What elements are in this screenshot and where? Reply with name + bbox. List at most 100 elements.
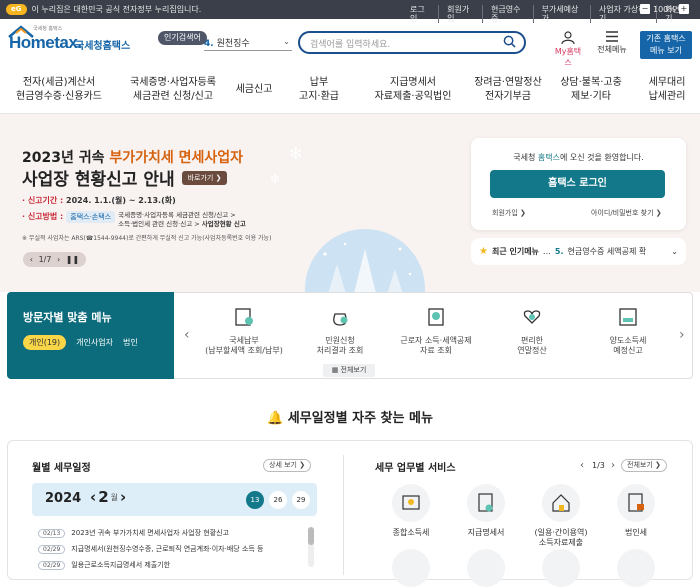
method-text: 국세증명·사업자등록 세금관련 신청/신고 > 소득·법인세 관련 신청·신고 >… bbox=[118, 211, 246, 229]
tab-individual[interactable]: 개인(19) bbox=[23, 335, 67, 350]
chevron-right-icon[interactable]: › bbox=[679, 327, 685, 343]
month-value: ‹ 2 월 › bbox=[90, 488, 126, 506]
schedule-item[interactable]: 02/13 2023년 귀속 부가가치세 면세사업자 사업장 현황신고 bbox=[38, 528, 229, 538]
service-more-button[interactable]: 전체보기 ❯ bbox=[621, 459, 667, 472]
recent-dots: … bbox=[542, 247, 551, 256]
login-panel: 국세청 홈택스에 오신 것을 환영합니다. 홈택스 로그인 회원가입 ❯ 아이디… bbox=[471, 138, 686, 230]
recent-popular-menu[interactable]: ★ 최근 인기메뉴 … 5. 현금영수증 세액공제 확 ⌄ bbox=[471, 238, 686, 265]
recent-label: 최근 인기메뉴 bbox=[491, 247, 539, 256]
gnb-label-2: 자료제출·공익법인 bbox=[374, 91, 452, 102]
logo-small-text: 국세청 홈택스 bbox=[33, 26, 63, 32]
schedule-date: 02/13 bbox=[38, 528, 66, 538]
banner-title-main: 사업장 현황신고 안내 bbox=[22, 170, 175, 190]
login-button[interactable]: 홈택스 로그인 bbox=[490, 170, 665, 198]
classic-menu-button[interactable]: 기존 홈택스 메뉴 보기 bbox=[640, 31, 692, 59]
star-icon: ★ bbox=[479, 246, 488, 257]
gnb-item-tax-return[interactable]: 세금신고 bbox=[228, 67, 280, 113]
service-income-data[interactable]: (일용·간이용역) 소득자료제출 bbox=[531, 484, 591, 548]
chevron-left-icon[interactable]: ‹ bbox=[580, 460, 584, 471]
all-menu-button[interactable]: 전체메뉴 bbox=[594, 31, 630, 55]
visitor-menu-title: 방문자별 맞춤 메뉴 bbox=[23, 311, 112, 324]
chevron-right-icon[interactable]: › bbox=[611, 460, 615, 471]
view-all-label: 전체보기 bbox=[340, 366, 367, 374]
signup-link[interactable]: 회원가입 ❯ bbox=[492, 208, 526, 218]
gov-badge: eG bbox=[6, 4, 27, 15]
zoom-in-button[interactable]: + bbox=[678, 4, 689, 14]
visitor-menu-header: 방문자별 맞춤 메뉴 개인(19) 개인사업자 법인 bbox=[7, 292, 174, 379]
schedule-item[interactable]: 02/29 지급명세서(원천징수영수증, 근로퇴직 연금계좌·이자·배당 소득 등 bbox=[38, 544, 263, 554]
welcome-prefix: 국세청 bbox=[513, 153, 538, 162]
statement-icon bbox=[467, 484, 505, 522]
schedule-more-button[interactable]: 상세 보기 ❯ bbox=[263, 459, 312, 472]
search-input[interactable]: 검색어를 입력하세요. bbox=[298, 31, 526, 54]
menu-capital-gains[interactable]: 양도소득세 예정신고 bbox=[578, 307, 678, 356]
service-title: 세무 업무별 서비스 bbox=[375, 463, 456, 474]
schedule-text: 일용근로소득지급명세서 제출기한 bbox=[71, 561, 171, 569]
day-29[interactable]: 29 bbox=[292, 491, 310, 509]
schedule-scrollbar[interactable] bbox=[308, 527, 314, 567]
corporate-doc-icon bbox=[617, 484, 655, 522]
signup-label: 회원가입 bbox=[492, 209, 518, 217]
banner-go-button[interactable]: 바로가기 ❯ bbox=[181, 170, 228, 185]
gnb-item-incentive[interactable]: 장려금·연말정산 전자기부금 bbox=[468, 67, 548, 113]
popular-rank: 4. bbox=[204, 39, 214, 49]
zoom-out-button[interactable]: − bbox=[640, 4, 650, 14]
find-account-label: 아이디/비밀번호 찾기 bbox=[591, 209, 654, 217]
schedule-item[interactable]: 02/29 일용근로소득지급명세서 제출기한 bbox=[38, 560, 170, 570]
service-label-1: (일용·간이용역) bbox=[534, 528, 588, 537]
service-payment-statement[interactable]: 지급명세서 bbox=[456, 484, 516, 538]
gnb-item-einvoice[interactable]: 전자(세금)계산서 현금영수증·신용카드 bbox=[0, 67, 118, 113]
menu-year-end[interactable]: 편리한 연말정산 bbox=[482, 307, 582, 356]
zoom-control: − 100% + bbox=[640, 4, 689, 14]
popular-keyword[interactable]: 4. 원천징수 ⌄ bbox=[204, 36, 292, 51]
schedule-text: 지급명세서(원천징수영수증, 근로퇴직 연금계좌·이자·배당 소득 등 bbox=[71, 545, 264, 553]
document-check-icon bbox=[428, 308, 444, 326]
search-icon[interactable] bbox=[503, 35, 516, 48]
form-icon bbox=[619, 308, 637, 326]
next-month-icon[interactable]: › bbox=[120, 488, 126, 506]
schedule-date: 02/29 bbox=[38, 544, 66, 554]
day-26[interactable]: 26 bbox=[269, 491, 287, 509]
tab-corporation[interactable]: 법인 bbox=[123, 337, 138, 348]
day-13[interactable]: 13 bbox=[246, 491, 264, 509]
gnb-label-2: 고지·환급 bbox=[299, 91, 339, 102]
pause-icon[interactable]: ❚❚ bbox=[66, 255, 79, 264]
snowflake-icon: ✻ bbox=[270, 172, 281, 186]
recent-item: 현금영수증 세액공제 확 bbox=[567, 247, 647, 256]
myhome-button[interactable]: My홈택스 bbox=[552, 31, 584, 68]
method-text-3: 사업장현황 신고 bbox=[201, 220, 246, 228]
find-account-link[interactable]: 아이디/비밀번호 찾기 ❯ bbox=[591, 208, 662, 218]
view-all-button[interactable]: ▦ 전체보기 bbox=[323, 364, 375, 377]
menu-label-1: 편리한 bbox=[520, 336, 544, 345]
prev-icon[interactable]: ‹ bbox=[30, 255, 33, 264]
zoom-value: 100% bbox=[653, 4, 676, 14]
gnb-label-1: 상담·불복·고충 bbox=[560, 77, 622, 88]
gnb-label-2: 세금관련 신청/신고 bbox=[132, 91, 214, 102]
menu-tax-payment[interactable]: 국세납부 (납부할세액 조회/납부) bbox=[194, 307, 294, 356]
house-doc-icon bbox=[542, 484, 580, 522]
gnb-item-consult[interactable]: 상담·불복·고충 제보·기타 bbox=[548, 67, 634, 113]
next-icon[interactable]: › bbox=[57, 255, 60, 264]
gnb-item-payment[interactable]: 납부 고지·환급 bbox=[280, 67, 358, 113]
logo-text: Hometax. bbox=[9, 33, 82, 52]
service-corporate-tax[interactable]: 법인세 bbox=[606, 484, 666, 538]
menu-label-2: 예정신고 bbox=[613, 346, 643, 355]
menu-deduction[interactable]: 근로자 소득·세액공제 자료 조회 bbox=[386, 307, 486, 356]
service-income-tax[interactable]: 종합소득세 bbox=[381, 484, 441, 538]
gnb-label-1: 세금신고 bbox=[235, 84, 273, 95]
tab-sole-proprietor[interactable]: 개인사업자 bbox=[76, 337, 113, 348]
menu-civil-request[interactable]: 민원신청 처리결과 조회 bbox=[290, 307, 390, 356]
gnb-item-tax-agent[interactable]: 세무대리 납세관리 bbox=[634, 67, 700, 113]
welcome-highlight: 홈택스 bbox=[537, 153, 560, 162]
gnb-item-payment-statement[interactable]: 지급명세서 자료제출·공익법인 bbox=[358, 67, 468, 113]
visitor-tabs: 개인(19) 개인사업자 법인 bbox=[23, 335, 138, 350]
classic-menu-line2: 메뉴 보기 bbox=[650, 46, 682, 55]
prev-month-icon[interactable]: ‹ bbox=[90, 488, 96, 506]
gnb-label-1: 장려금·연말정산 bbox=[474, 77, 542, 88]
month-unit: 월 bbox=[110, 492, 118, 502]
gov-notice[interactable]: eG 이 누리집은 대한민국 공식 전자정부 누리집입니다. bbox=[6, 4, 201, 15]
section-title-text: 세무일정별 자주 찾는 메뉴 bbox=[287, 411, 433, 426]
gnb-item-certificate[interactable]: 국세증명·사업자등록 세금관련 신청/신고 bbox=[118, 67, 228, 113]
chevron-left-icon[interactable]: ‹ bbox=[184, 327, 190, 343]
snowflake-icon: ✻ bbox=[289, 144, 303, 163]
